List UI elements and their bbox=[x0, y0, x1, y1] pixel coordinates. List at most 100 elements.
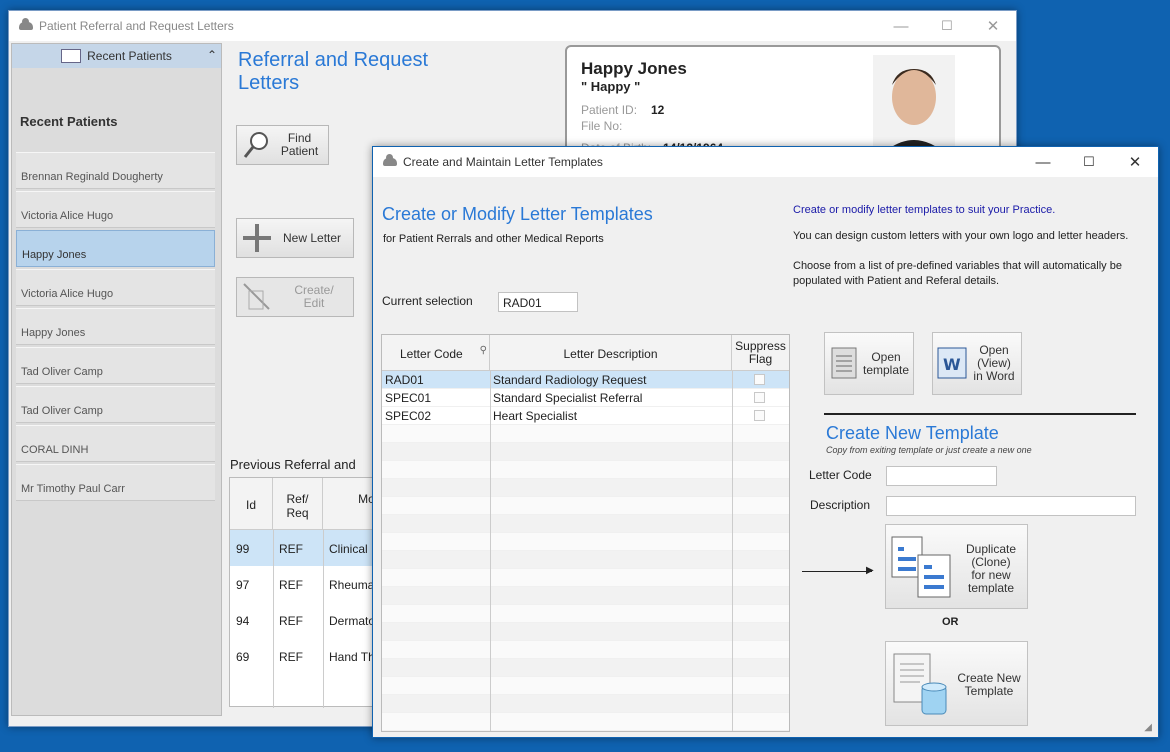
minimize-button[interactable]: — bbox=[878, 11, 924, 41]
find-patient-label2: Patient bbox=[280, 144, 319, 158]
letter-description-cell: Standard Specialist Referral bbox=[493, 391, 643, 405]
plus-icon bbox=[243, 224, 271, 252]
table-row[interactable]: RAD01 Standard Radiology Request bbox=[382, 371, 789, 389]
table-cell: Dermato bbox=[329, 614, 376, 628]
grid-col-divider bbox=[732, 371, 733, 731]
patient-list-item[interactable]: Tad Oliver Camp bbox=[16, 347, 215, 384]
open-template-button[interactable]: Open template bbox=[824, 332, 914, 395]
or-separator: OR bbox=[942, 616, 959, 628]
new-template-title: Create New Template bbox=[826, 423, 999, 443]
patient-list-item[interactable]: Victoria Alice Hugo bbox=[16, 191, 215, 228]
letter-description-cell: Standard Radiology Request bbox=[493, 373, 647, 387]
table-cell: REF bbox=[279, 578, 303, 592]
table-row[interactable]: 99 REF Clinical I bbox=[230, 530, 380, 566]
letter-code-cell: RAD01 bbox=[385, 373, 424, 387]
table-row[interactable]: 94 REF Dermato bbox=[230, 602, 380, 638]
col-suppress-flag[interactable]: Suppress Flag bbox=[732, 335, 789, 371]
table-row bbox=[382, 569, 789, 587]
table-row bbox=[382, 623, 789, 641]
table-row bbox=[382, 461, 789, 479]
dialog-minimize-button[interactable]: — bbox=[1020, 147, 1066, 177]
patient-list-item[interactable]: Mr Timothy Paul Carr bbox=[16, 464, 215, 501]
table-cell: 99 bbox=[236, 542, 250, 556]
table-row bbox=[382, 515, 789, 533]
find-patient-button[interactable]: Find Patient bbox=[236, 125, 329, 165]
dialog-maximize-button[interactable]: ☐ bbox=[1066, 147, 1112, 177]
letter-code-input[interactable] bbox=[886, 466, 997, 486]
current-selection-field[interactable]: RAD01 bbox=[498, 292, 578, 312]
prev-col-id[interactable]: Id bbox=[230, 478, 273, 530]
prev-grid-header: Id Ref/ Req Mo bbox=[230, 478, 380, 530]
create-edit-button[interactable]: Create/Edit bbox=[236, 277, 354, 317]
suppress-flag-checkbox[interactable] bbox=[754, 410, 765, 421]
page-title-line1: Referral and Request bbox=[238, 49, 429, 71]
description-input[interactable] bbox=[886, 496, 1136, 516]
table-row bbox=[382, 605, 789, 623]
table-cell: 69 bbox=[236, 650, 250, 664]
new-template-subtitle: Copy from exiting template or just creat… bbox=[826, 445, 1032, 455]
templates-grid-header: Letter Code ⚲ Letter Description Suppres… bbox=[382, 335, 789, 371]
search-icon[interactable]: ⚲ bbox=[480, 345, 487, 356]
table-cell: Rheumat bbox=[329, 578, 378, 592]
templates-grid: Letter Code ⚲ Letter Description Suppres… bbox=[381, 334, 790, 732]
previous-letters-title: Previous Referral and bbox=[230, 457, 356, 472]
table-row bbox=[382, 695, 789, 713]
patient-list-item[interactable]: Victoria Alice Hugo bbox=[16, 269, 215, 306]
app-cloud-icon bbox=[19, 18, 33, 30]
table-cell: Hand The bbox=[329, 650, 378, 664]
grid-col-divider bbox=[490, 371, 491, 731]
col-letter-code[interactable]: Letter Code ⚲ bbox=[382, 335, 490, 371]
prev-col-refreq[interactable]: Ref/ Req bbox=[273, 478, 323, 530]
new-letter-button[interactable]: New Letter bbox=[236, 218, 354, 258]
table-cell: 94 bbox=[236, 614, 250, 628]
dialog-close-button[interactable]: ✕ bbox=[1112, 147, 1158, 177]
table-row bbox=[382, 659, 789, 677]
current-selection-label: Current selection bbox=[382, 294, 473, 308]
table-row bbox=[382, 443, 789, 461]
patient-nickname: " Happy " bbox=[581, 79, 641, 94]
info-line3b: populated with Patient and Referal detai… bbox=[793, 275, 1000, 287]
description-label: Description bbox=[810, 498, 871, 512]
chevron-up-icon[interactable]: ⌃ bbox=[207, 48, 217, 62]
sidebar-section-title: Recent Patients bbox=[20, 114, 118, 129]
create-new-template-button[interactable]: Create New Template bbox=[885, 641, 1028, 726]
recent-patients-sidebar: Recent Patients ⌃ Recent Patients Brenna… bbox=[11, 43, 222, 716]
patient-list-item[interactable]: Brennan Reginald Dougherty bbox=[16, 152, 215, 189]
resize-grip-icon[interactable]: ◢ bbox=[1144, 722, 1152, 733]
open-in-word-button[interactable]: W Open (View) in Word bbox=[932, 332, 1022, 395]
suppress-flag-checkbox[interactable] bbox=[754, 374, 765, 385]
close-button[interactable]: ✕ bbox=[970, 11, 1016, 41]
patient-list-item[interactable]: Happy Jones bbox=[16, 230, 215, 267]
letter-code-cell: SPEC01 bbox=[385, 391, 432, 405]
table-cell: REF bbox=[279, 542, 303, 556]
patient-list-item[interactable]: Tad Oliver Camp bbox=[16, 386, 215, 423]
arrow-right-icon: ▶ bbox=[866, 565, 874, 576]
sidebar-header[interactable]: Recent Patients ⌃ bbox=[12, 44, 221, 68]
duplicate-template-button[interactable]: Duplicate (Clone) for new template bbox=[885, 524, 1028, 609]
word-icon: W bbox=[937, 347, 967, 379]
table-row bbox=[382, 587, 789, 605]
patient-id-value: 12 bbox=[651, 103, 665, 117]
col-letter-description[interactable]: Letter Description bbox=[490, 335, 732, 371]
create-new-label2: Template bbox=[964, 684, 1014, 698]
patient-list-item[interactable]: CORAL DINH bbox=[16, 425, 215, 462]
table-row[interactable]: 69 REF Hand The bbox=[230, 638, 380, 674]
prev-col-divider bbox=[323, 530, 324, 708]
suppress-flag-checkbox[interactable] bbox=[754, 392, 765, 403]
table-row[interactable]: SPEC02 Heart Specialist bbox=[382, 407, 789, 425]
table-row[interactable]: SPEC01 Standard Specialist Referral bbox=[382, 389, 789, 407]
patient-photo-portrait bbox=[873, 55, 955, 155]
open-template-label2: template bbox=[862, 363, 910, 377]
dialog-title-bar: Create and Maintain Letter Templates — ☐… bbox=[373, 147, 1158, 177]
patient-list-item[interactable]: Happy Jones bbox=[16, 308, 215, 345]
table-cell: 97 bbox=[236, 578, 250, 592]
table-row[interactable]: 97 REF Rheumat bbox=[230, 566, 380, 602]
arrow-line bbox=[802, 571, 872, 572]
new-document-database-icon bbox=[893, 653, 947, 715]
document-icon bbox=[831, 347, 857, 379]
patient-id-label: Patient ID: bbox=[581, 103, 638, 117]
table-row bbox=[382, 713, 789, 731]
maximize-button[interactable]: ☐ bbox=[924, 11, 970, 41]
templates-dialog: Create and Maintain Letter Templates — ☐… bbox=[372, 146, 1159, 738]
magnifier-icon bbox=[243, 132, 268, 158]
